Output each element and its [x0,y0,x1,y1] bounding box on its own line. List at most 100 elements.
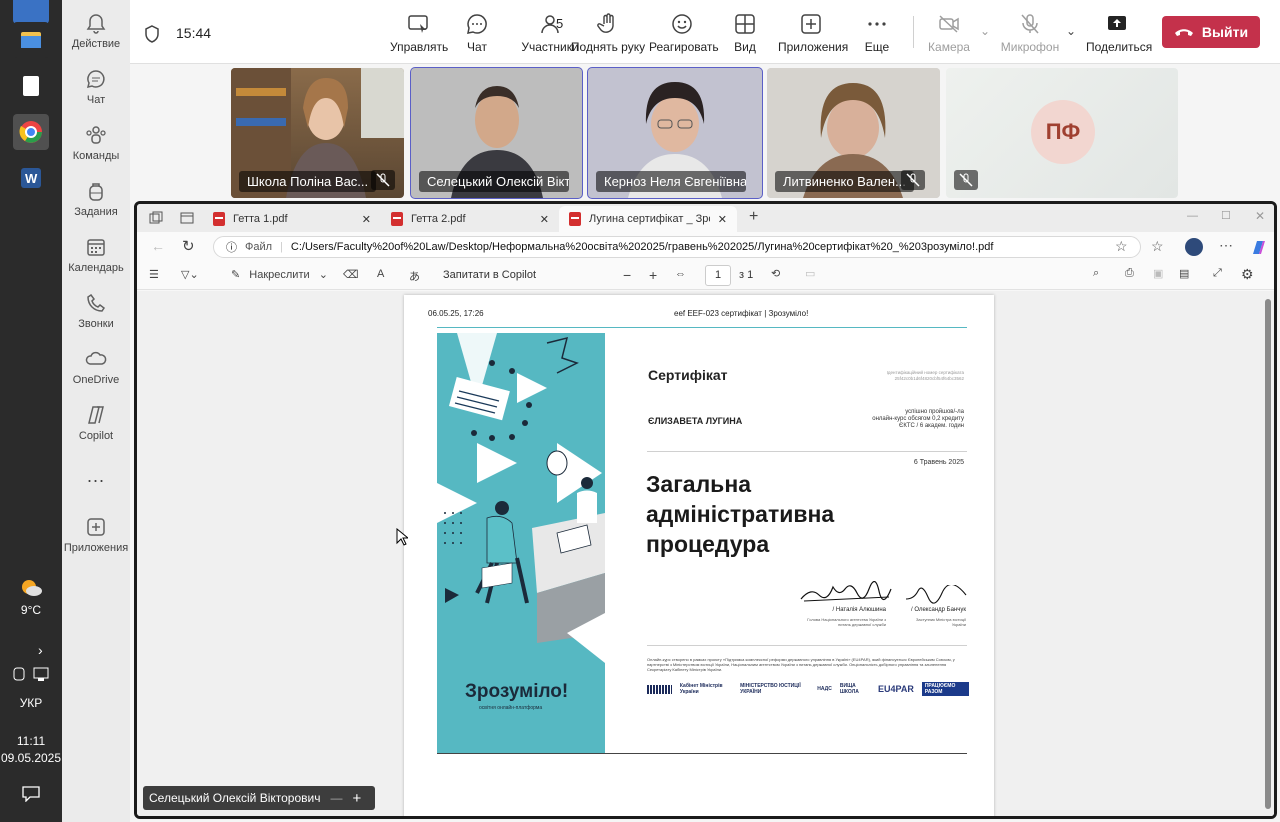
zoom-out-icon[interactable]: — [330,791,342,805]
language-indicator[interactable]: УКР [0,696,62,710]
course-title-line: адміністративна [646,501,835,527]
page-number-input[interactable]: 1 [705,265,731,286]
react-label: Реагировать [649,40,719,54]
clock-time[interactable]: 11:11 [0,734,62,748]
app-icon-top[interactable] [13,0,49,24]
share-button[interactable]: Поделиться [1086,12,1152,54]
apps-button[interactable]: Приложения [778,12,848,54]
more-button[interactable]: Еще [862,12,892,54]
video-tile-participant-2[interactable]: Селецький Олексій Вікт... [410,67,583,199]
shield-icon[interactable] [144,25,160,43]
view-button[interactable]: Вид [730,12,760,54]
rail-item-calendar[interactable]: Календарь [62,236,130,274]
favorites-icon[interactable]: ☆ [1151,238,1164,255]
draw-button[interactable]: ✎ Накреслити ⌄ [231,268,328,281]
contents-icon[interactable]: ☰ [149,268,159,281]
muted-mic-icon [901,170,925,190]
share-screen-icon [1108,16,1126,30]
file-explorer-icon[interactable] [13,22,49,58]
tab-title: Лугина сертифікат _ Зрозуміло! | [589,213,710,225]
system-tray-icons[interactable] [12,666,52,682]
rail-item-chat[interactable]: Чат [62,68,130,106]
rail-item-copilot[interactable]: Copilot [62,404,130,442]
microphone-button[interactable]: Микрофон [1000,12,1060,54]
screen-control-icon [408,15,428,33]
presenter-name-badge[interactable]: Селецький Олексій Вікторович — + [143,786,375,810]
video-tile-participant-3[interactable]: Керноз Неля Євгеніївна [587,67,763,199]
rotate-icon[interactable]: ⟲ [771,267,780,280]
refresh-icon[interactable]: ↻ [182,237,195,255]
tab-actions-icon[interactable] [180,211,194,225]
translate-icon[interactable]: あ [409,268,420,284]
fit-page-icon[interactable]: ⇔ [675,268,686,280]
react-button[interactable]: Реагировать [649,12,719,54]
window-close-icon[interactable]: ✕ [1255,209,1265,223]
workspaces-icon[interactable] [149,211,163,225]
save-as-icon[interactable]: ▤ [1179,267,1189,280]
signature-2 [905,585,967,604]
presenter-name: Селецький Олексій Вікторович [149,791,321,805]
rail-item-calls[interactable]: Звонки [62,292,130,330]
profile-avatar[interactable] [1185,238,1203,256]
zoom-in-icon[interactable]: + [649,267,657,283]
minimize-icon[interactable]: — [1187,210,1198,222]
back-icon[interactable]: ← [151,238,165,254]
print-icon[interactable]: ⎙ [1125,267,1134,280]
shared-screen: Гетта 1.pdf ✕ Гетта 2.pdf ✕ Лугина серти… [134,201,1277,819]
gear-icon[interactable]: ⚙ [1241,266,1254,283]
ask-copilot-button[interactable]: Запитати в Copilot [443,269,536,281]
camera-button[interactable]: Камера [928,12,970,54]
course-title-line: процедура [646,531,770,557]
copilot-icon[interactable] [1249,238,1267,256]
read-aloud-icon[interactable]: A [377,268,384,280]
close-tab-icon[interactable]: ✕ [718,213,727,226]
video-tile-participant-4[interactable]: Литвиненко Вален... [767,68,940,198]
pdf-scrollbar[interactable] [1262,291,1274,816]
signature-1 [800,581,892,602]
maximize-icon[interactable]: ☐ [1221,209,1231,222]
browser-tab-strip: Гетта 1.pdf ✕ Гетта 2.pdf ✕ Лугина серти… [137,204,1274,232]
raise-hand-button[interactable]: Поднять руку [570,12,646,54]
weather-temp[interactable]: 9°C [0,603,62,617]
mic-chevron-down-icon[interactable]: ⌄ [1066,24,1076,38]
search-icon[interactable]: ⌕ [1093,267,1099,280]
more-apps-icon[interactable]: ... [62,466,130,487]
tab-getta-1[interactable]: Гетта 1.pdf ✕ [203,206,381,232]
address-bar[interactable]: ⓘ Файл | C:/Users/Faculty%20of%20Law/Des… [213,236,1141,258]
pdf-viewer[interactable]: 06.05.25, 17:26 eef EEF-023 сертифікат |… [137,291,1274,816]
video-tile-participant-5[interactable]: ПФ [946,68,1178,198]
two-page-icon[interactable]: ▭ [805,267,815,280]
chevron-right-icon[interactable]: › [38,642,43,658]
zoom-in-icon[interactable]: + [352,790,361,807]
new-tab-icon[interactable]: + [749,208,758,226]
chat-button[interactable]: Чат [460,12,494,54]
scrollbar-thumb[interactable] [1265,299,1271,809]
leave-button[interactable]: Выйти [1162,16,1260,48]
settings-more-icon[interactable]: ⋯ [1219,237,1233,254]
notifications-icon[interactable] [22,786,40,803]
tab-getta-2[interactable]: Гетта 2.pdf ✕ [381,206,559,232]
chrome-icon[interactable] [13,114,49,150]
close-tab-icon[interactable]: ✕ [540,213,549,226]
rail-item-teams[interactable]: Команды [62,124,130,162]
highlight-icon[interactable]: ▽⌄ [181,268,199,281]
fullscreen-icon[interactable]: ⤢ [1213,267,1222,280]
camera-chevron-down-icon[interactable]: ⌄ [980,24,990,38]
close-tab-icon[interactable]: ✕ [362,213,371,226]
copilot-icon [88,406,104,424]
clock-date[interactable]: 09.05.2025 [0,751,62,765]
zoom-out-icon[interactable]: − [623,267,631,283]
eraser-icon[interactable]: ⌫ [343,268,359,281]
weather-icon[interactable] [19,578,43,598]
rail-item-assignments[interactable]: Задания [62,180,130,218]
save-icon[interactable]: ▣ [1153,267,1163,280]
rail-item-activity[interactable]: Действие [62,12,130,50]
rail-item-onedrive[interactable]: OneDrive [62,348,130,386]
rail-item-apps[interactable]: Приложения [62,516,130,554]
favorite-star-icon[interactable]: ☆ [1115,238,1128,255]
notepad-icon[interactable] [13,68,49,104]
control-button[interactable]: Управлять [390,12,448,54]
word-icon[interactable]: W [13,160,49,196]
video-tile-participant-1[interactable]: Школа Поліна Вас... [231,68,404,198]
tab-certificate[interactable]: Лугина сертифікат _ Зрозуміло! | ✕ [559,206,737,232]
